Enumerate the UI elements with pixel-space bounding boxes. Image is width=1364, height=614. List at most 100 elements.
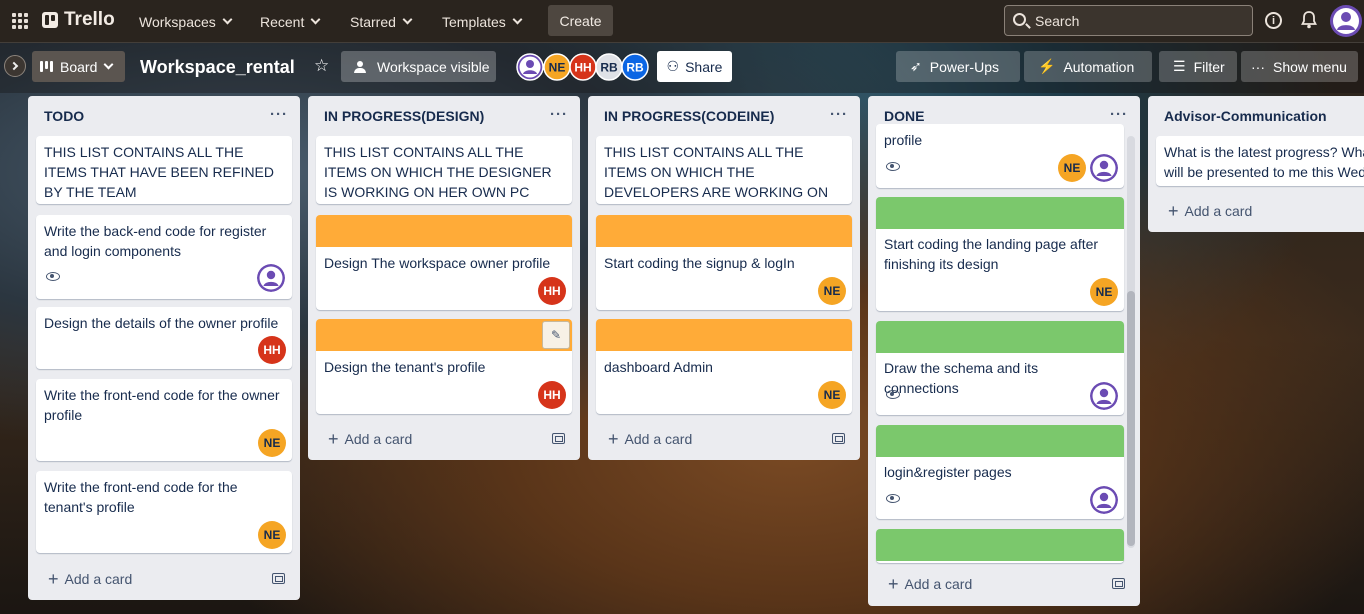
member-avatar-ne[interactable]: NE: [1058, 154, 1086, 182]
list-title[interactable]: DONE: [884, 108, 924, 124]
card[interactable]: Draw the schema and its connections: [876, 321, 1124, 415]
member-avatar-ne[interactable]: NE: [818, 277, 846, 305]
eye-icon: [886, 162, 900, 171]
list-title[interactable]: IN PROGRESS(DESIGN): [324, 108, 484, 124]
create-button[interactable]: Create: [548, 5, 613, 36]
member-avatar-rb-blue[interactable]: RB: [621, 53, 649, 81]
list-title[interactable]: Advisor-Communication: [1164, 108, 1327, 124]
member-avatar-ne[interactable]: NE: [818, 381, 846, 409]
eye-icon: [886, 390, 900, 399]
scrollbar-thumb[interactable]: [1127, 291, 1135, 546]
card-title: Write the back-end code for register and…: [44, 223, 267, 259]
add-card-label: Add a card: [64, 571, 133, 587]
member-avatar-ne[interactable]: NE: [258, 521, 286, 549]
member-avatar-user[interactable]: [1090, 382, 1118, 410]
ellipsis-icon[interactable]: ···: [1110, 106, 1128, 123]
member-avatar-ne[interactable]: NE: [1090, 278, 1118, 306]
member-avatar-user[interactable]: [257, 264, 285, 292]
template-icon[interactable]: [272, 573, 285, 584]
card-title: profile: [884, 132, 923, 148]
member-avatar-rb-gray[interactable]: RB: [595, 53, 623, 81]
automation-button[interactable]: ⚡ Automation: [1024, 51, 1152, 82]
card[interactable]: Write the back-end code for register and…: [36, 215, 292, 299]
card[interactable]: profile NE: [876, 124, 1124, 188]
add-card-button[interactable]: + Add a card: [608, 430, 692, 448]
svg-text:HH: HH: [574, 61, 591, 75]
template-icon[interactable]: [1112, 578, 1125, 589]
card[interactable]: What is the latest progress? What will b…: [1156, 136, 1364, 186]
card[interactable]: THIS LIST CONTAINS ALL THE ITEMS THAT HA…: [36, 136, 292, 204]
card[interactable]: THIS LIST CONTAINS ALL THE ITEMS ON WHIC…: [596, 136, 852, 204]
rocket-icon: ➶: [910, 58, 922, 74]
plus-icon: +: [1168, 201, 1179, 221]
info-icon[interactable]: i: [1265, 12, 1282, 29]
card[interactable]: [876, 529, 1124, 563]
card[interactable]: Write the front-end code for the owner p…: [36, 379, 292, 461]
board-view-switcher[interactable]: Board: [32, 51, 125, 82]
card[interactable]: Write the front-end code for the tenant'…: [36, 471, 292, 553]
card[interactable]: Design The workspace owner profile HH: [316, 215, 572, 310]
list-in-progress-design: IN PROGRESS(DESIGN) ··· THIS LIST CONTAI…: [308, 96, 580, 460]
bell-icon[interactable]: [1301, 11, 1317, 29]
account-avatar[interactable]: [1330, 5, 1362, 37]
recent-menu[interactable]: Recent: [256, 8, 323, 35]
list-title[interactable]: IN PROGRESS(CODEINE): [604, 108, 774, 124]
add-card-button[interactable]: + Add a card: [888, 575, 972, 593]
share-button[interactable]: ⚇ Share: [657, 51, 732, 82]
card[interactable]: Start coding the landing page after fini…: [876, 197, 1124, 311]
plus-icon: +: [888, 574, 899, 594]
card-title: Design The workspace owner profile: [324, 255, 551, 271]
member-avatar-user[interactable]: [516, 53, 544, 81]
lightning-icon: ⚡: [1038, 58, 1056, 74]
card[interactable]: THIS LIST CONTAINS ALL THE ITEMS ON WHIC…: [316, 136, 572, 204]
sidebar-expand-button[interactable]: [4, 55, 26, 77]
card-title: login&register pages: [884, 464, 1012, 480]
visibility-button[interactable]: Workspace visible: [341, 51, 496, 82]
power-ups-button[interactable]: ➶ Power-Ups: [896, 51, 1020, 82]
board-members[interactable]: NE HH RB RB: [516, 53, 651, 81]
starred-menu[interactable]: Starred: [346, 8, 415, 35]
add-person-icon: ⚇: [666, 58, 680, 74]
add-card-button[interactable]: + Add a card: [1168, 202, 1252, 220]
ellipsis-icon[interactable]: ···: [830, 106, 848, 123]
star-icon[interactable]: ☆: [314, 57, 329, 74]
member-avatar-hh[interactable]: HH: [538, 381, 566, 409]
trello-logo[interactable]: Trello: [42, 9, 115, 31]
template-icon[interactable]: [832, 433, 845, 444]
visibility-label: Workspace visible: [377, 58, 490, 75]
card[interactable]: ✎ Design the tenant's profile HH: [316, 319, 572, 414]
board-title[interactable]: Workspace_rental: [140, 57, 295, 78]
ellipsis-icon[interactable]: ···: [550, 106, 568, 123]
ellipsis-icon[interactable]: ···: [270, 106, 288, 123]
search-input[interactable]: Search: [1004, 5, 1253, 36]
templates-menu[interactable]: Templates: [438, 8, 525, 35]
member-avatar-hh[interactable]: HH: [538, 277, 566, 305]
filter-button[interactable]: ☰ Filter: [1159, 51, 1237, 82]
member-avatar-hh[interactable]: HH: [258, 336, 286, 364]
card[interactable]: Design the details of the owner profile …: [36, 307, 292, 369]
add-card-button[interactable]: + Add a card: [48, 570, 132, 588]
list-title[interactable]: TODO: [44, 108, 84, 124]
pencil-icon[interactable]: ✎: [542, 321, 570, 349]
member-avatar-user[interactable]: [1090, 486, 1118, 514]
member-avatar-hh[interactable]: HH: [569, 53, 597, 81]
card-cover: [316, 215, 572, 247]
add-card-label: Add a card: [344, 431, 413, 447]
card[interactable]: dashboard Admin NE: [596, 319, 852, 414]
card-title: Write the front-end code for the owner p…: [44, 387, 280, 423]
card[interactable]: login&register pages: [876, 425, 1124, 519]
plus-icon: +: [328, 429, 339, 449]
show-menu-label: Show menu: [1273, 58, 1347, 75]
workspaces-menu[interactable]: Workspaces: [135, 8, 235, 35]
apps-grid-icon[interactable]: [12, 13, 28, 29]
add-card-button[interactable]: + Add a card: [328, 430, 412, 448]
card-title: dashboard Admin: [604, 359, 713, 375]
list-scrollbar[interactable]: [1127, 136, 1135, 548]
template-icon[interactable]: [552, 433, 565, 444]
card[interactable]: Start coding the signup & logIn NE: [596, 215, 852, 310]
member-avatar-ne[interactable]: NE: [543, 53, 571, 81]
member-avatar-ne[interactable]: NE: [258, 429, 286, 457]
workspaces-label: Workspaces: [139, 13, 216, 30]
show-menu-button[interactable]: ··· Show menu: [1241, 51, 1358, 82]
member-avatar-user[interactable]: [1090, 154, 1118, 182]
